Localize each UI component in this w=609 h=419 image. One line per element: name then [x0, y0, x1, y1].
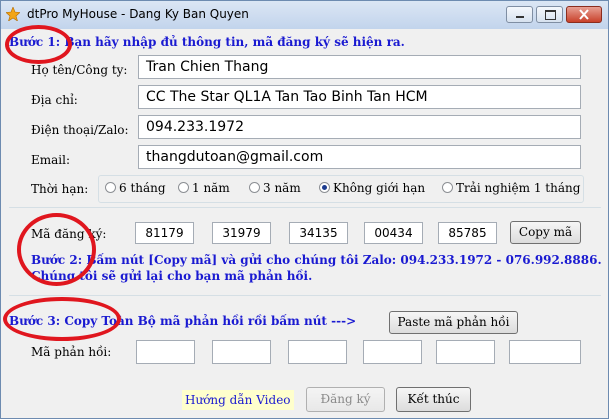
exit-button[interactable]: Kết thúc	[396, 387, 471, 412]
response-code-6[interactable]	[509, 340, 581, 364]
response-code-1[interactable]	[136, 340, 195, 364]
registration-code-3[interactable]: 34135	[289, 222, 348, 244]
minimize-button[interactable]	[506, 6, 533, 23]
address-field[interactable]: CC The Star QL1A Tan Tao Binh Tan HCM	[138, 85, 581, 109]
phone-label: Điện thoại/Zalo:	[31, 123, 129, 137]
response-code-5[interactable]	[436, 340, 495, 364]
email-label: Email:	[31, 153, 71, 167]
star-logo-icon	[6, 7, 20, 21]
close-button[interactable]	[566, 6, 602, 23]
close-icon	[579, 9, 589, 20]
registration-code-4[interactable]: 00434	[364, 222, 423, 244]
radio-icon	[178, 182, 189, 193]
radio-icon	[249, 182, 260, 193]
title-bar[interactable]: dtPro MyHouse - Dang Ky Ban Quyen	[1, 1, 608, 29]
registration-code-label: Mã đăng ký:	[31, 227, 107, 241]
radio-icon	[442, 182, 453, 193]
step3-instruction: Bước 3: Copy Toàn Bộ mã phản hồi rồi bấm…	[9, 314, 357, 328]
term-label: Thời hạn:	[31, 182, 89, 196]
step2-instruction-line2: Chúng tôi sẽ gửi lại cho bạn mã phản hồi…	[31, 269, 313, 283]
radio-selected-icon	[319, 182, 330, 193]
section-divider	[9, 295, 601, 296]
video-guide-link[interactable]: Hướng dẫn Video	[182, 390, 294, 410]
paste-response-button[interactable]: Paste mã phản hồi	[389, 311, 518, 334]
response-code-2[interactable]	[212, 340, 271, 364]
registration-code-5[interactable]: 85785	[438, 222, 497, 244]
response-code-4[interactable]	[363, 340, 422, 364]
minimize-icon	[516, 16, 524, 18]
name-field[interactable]: Tran Chien Thang	[138, 55, 581, 79]
name-label: Họ tên/Công ty:	[31, 63, 128, 77]
maximize-icon	[545, 10, 556, 20]
step1-instruction: Bước 1: Bạn hãy nhập đủ thông tin, mã đă…	[9, 35, 405, 49]
registration-code-2[interactable]: 31979	[212, 222, 271, 244]
response-code-label: Mã phản hồi:	[31, 345, 112, 359]
phone-field[interactable]: 094.233.1972	[138, 115, 581, 139]
email-field[interactable]: thangdutoan@gmail.com	[138, 145, 581, 169]
address-label: Địa chỉ:	[31, 93, 78, 107]
copy-code-button[interactable]: Copy mã	[510, 221, 581, 244]
register-button[interactable]: Đăng ký	[306, 387, 385, 412]
registration-window: dtPro MyHouse - Dang Ky Ban Quyen Bước 1…	[0, 0, 609, 419]
registration-code-1[interactable]: 81179	[135, 222, 194, 244]
step2-instruction-line1: Bước 2: Bấm nút [Copy mã] và gửi cho chú…	[31, 253, 602, 267]
response-code-3[interactable]	[288, 340, 347, 364]
window-title: dtPro MyHouse - Dang Ky Ban Quyen	[27, 7, 249, 21]
section-divider	[9, 207, 601, 208]
maximize-button[interactable]	[536, 6, 563, 23]
radio-icon	[105, 182, 116, 193]
